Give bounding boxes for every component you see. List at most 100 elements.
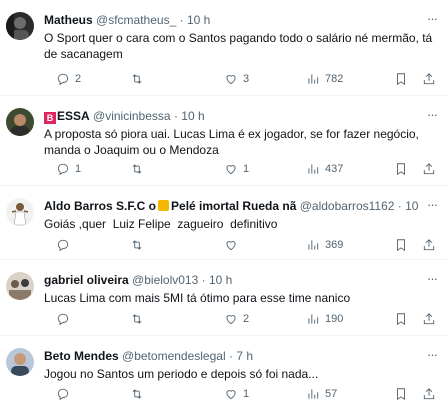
- like-count: 1: [243, 388, 250, 400]
- views-icon: [308, 389, 319, 399]
- share-button[interactable]: [422, 385, 436, 403]
- timestamp[interactable]: 10 h: [187, 13, 210, 27]
- share-button[interactable]: [422, 160, 436, 178]
- avatar[interactable]: [6, 198, 34, 226]
- more-icon[interactable]: ···: [422, 196, 442, 214]
- avatar[interactable]: [6, 348, 34, 376]
- reply-icon: [57, 73, 69, 86]
- display-name-part1: Aldo Barros S.F.C o: [44, 199, 157, 213]
- tweet-text: A proposta só piora uai. Lucas Lima é ex…: [44, 127, 419, 157]
- like-icon: [226, 315, 236, 325]
- retweet-button[interactable]: [130, 70, 149, 88]
- tweet[interactable]: B ESSA @vinicinbessa · 10 h ··· A propost…: [0, 96, 448, 186]
- timestamp[interactable]: 10 h: [181, 109, 204, 123]
- more-icon[interactable]: ···: [422, 106, 442, 124]
- reply-button[interactable]: 2: [56, 70, 81, 88]
- retweet-button[interactable]: [130, 160, 149, 178]
- views-icon: [308, 314, 319, 324]
- like-button[interactable]: [224, 236, 243, 254]
- retweet-icon: [132, 74, 142, 84]
- separator: ·: [173, 109, 178, 123]
- reply-button[interactable]: [56, 236, 75, 254]
- reply-button[interactable]: [56, 310, 75, 328]
- more-icon[interactable]: ···: [422, 346, 442, 364]
- tweet-text: Goiás ,quer Luiz Felipe zagueiro definit…: [44, 217, 278, 231]
- avatar[interactable]: [6, 272, 34, 300]
- timestamp[interactable]: 10 h: [209, 273, 232, 287]
- share-icon: [423, 388, 435, 400]
- tweet-header: B ESSA @vinicinbessa · 10 h: [44, 108, 442, 124]
- separator: ·: [228, 349, 233, 363]
- retweet-button[interactable]: [130, 236, 149, 254]
- user-handle[interactable]: @bielolv013: [132, 273, 198, 287]
- reply-icon: [57, 163, 69, 176]
- reply-button[interactable]: 1: [56, 160, 81, 178]
- views-count: 190: [325, 313, 344, 325]
- display-name[interactable]: B ESSA: [44, 109, 90, 124]
- views-count: 57: [325, 388, 338, 400]
- bookmark-button[interactable]: [394, 385, 408, 403]
- like-count: 2: [243, 313, 250, 325]
- tweet-text: Jogou no Santos um periodo e depois só f…: [44, 367, 319, 381]
- like-button[interactable]: 3: [224, 70, 249, 88]
- views-button[interactable]: 782: [306, 70, 343, 88]
- views-button[interactable]: 190: [306, 310, 343, 328]
- views-button[interactable]: 57: [306, 385, 337, 403]
- user-handle[interactable]: @sfcmatheus_: [96, 13, 176, 27]
- share-icon: [423, 163, 435, 175]
- display-name-part2: Pelé imortal Rueda nã: [171, 199, 297, 213]
- user-handle[interactable]: @betomendeslegal: [122, 349, 226, 363]
- retweet-button[interactable]: [130, 385, 149, 403]
- separator: ·: [201, 273, 206, 287]
- bookmark-icon: [397, 73, 405, 86]
- reply-icon: [57, 239, 69, 252]
- retweet-button[interactable]: [130, 310, 149, 328]
- tweet-text: O Sport quer o cara com o Santos pagando…: [44, 31, 433, 61]
- bookmark-button[interactable]: [394, 310, 408, 328]
- tweet[interactable]: Aldo Barros S.F.C o Pelé imortal Rueda nã…: [0, 186, 448, 260]
- timestamp[interactable]: 7 h: [236, 349, 253, 363]
- bookmark-button[interactable]: [394, 160, 408, 178]
- views-button[interactable]: 369: [306, 236, 343, 254]
- like-icon: [226, 241, 236, 251]
- like-button[interactable]: 2: [224, 310, 249, 328]
- user-handle[interactable]: @vinicinbessa: [93, 109, 171, 123]
- tweet-actions: 2 3 782: [44, 70, 444, 88]
- views-icon: [308, 164, 319, 174]
- retweet-icon: [132, 314, 142, 324]
- user-handle[interactable]: @aldobarros1162: [300, 199, 395, 213]
- bookmark-icon: [397, 388, 405, 401]
- tweet[interactable]: Beto Mendes @betomendeslegal · 7 h ··· J…: [0, 336, 448, 415]
- reply-button[interactable]: [56, 385, 75, 403]
- avatar[interactable]: [6, 108, 34, 136]
- avatar[interactable]: [6, 12, 34, 40]
- views-button[interactable]: 437: [306, 160, 343, 178]
- share-button[interactable]: [422, 310, 436, 328]
- display-name[interactable]: Aldo Barros S.F.C o Pelé imortal Rueda nã: [44, 199, 296, 213]
- like-button[interactable]: 1: [224, 385, 249, 403]
- views-count: 437: [325, 163, 344, 175]
- bookmark-button[interactable]: [394, 70, 408, 88]
- more-icon[interactable]: ···: [422, 270, 442, 288]
- more-icon[interactable]: ···: [422, 10, 442, 28]
- share-button[interactable]: [422, 70, 436, 88]
- like-button[interactable]: 1: [224, 160, 249, 178]
- share-icon: [423, 313, 435, 325]
- tweet[interactable]: gabriel oliveira @bielolv013 · 10 h ··· …: [0, 260, 448, 336]
- like-icon: [226, 75, 236, 85]
- tweet-header: Matheus @sfcmatheus_ · 10 h: [44, 12, 442, 28]
- reply-icon: [57, 313, 69, 326]
- views-icon: [308, 74, 319, 84]
- display-name[interactable]: gabriel oliveira: [44, 273, 129, 287]
- tweet[interactable]: Matheus @sfcmatheus_ · 10 h ··· O Sport …: [0, 0, 448, 96]
- retweet-icon: [132, 240, 142, 250]
- display-name[interactable]: Beto Mendes: [44, 349, 119, 363]
- share-button[interactable]: [422, 236, 436, 254]
- display-name-text: ESSA: [57, 109, 90, 123]
- views-count: 782: [325, 73, 344, 85]
- bookmark-icon: [397, 239, 405, 252]
- retweet-icon: [132, 389, 142, 399]
- bookmark-button[interactable]: [394, 236, 408, 254]
- display-name[interactable]: Matheus: [44, 13, 93, 27]
- tweet-actions: 1 1 437: [44, 160, 444, 178]
